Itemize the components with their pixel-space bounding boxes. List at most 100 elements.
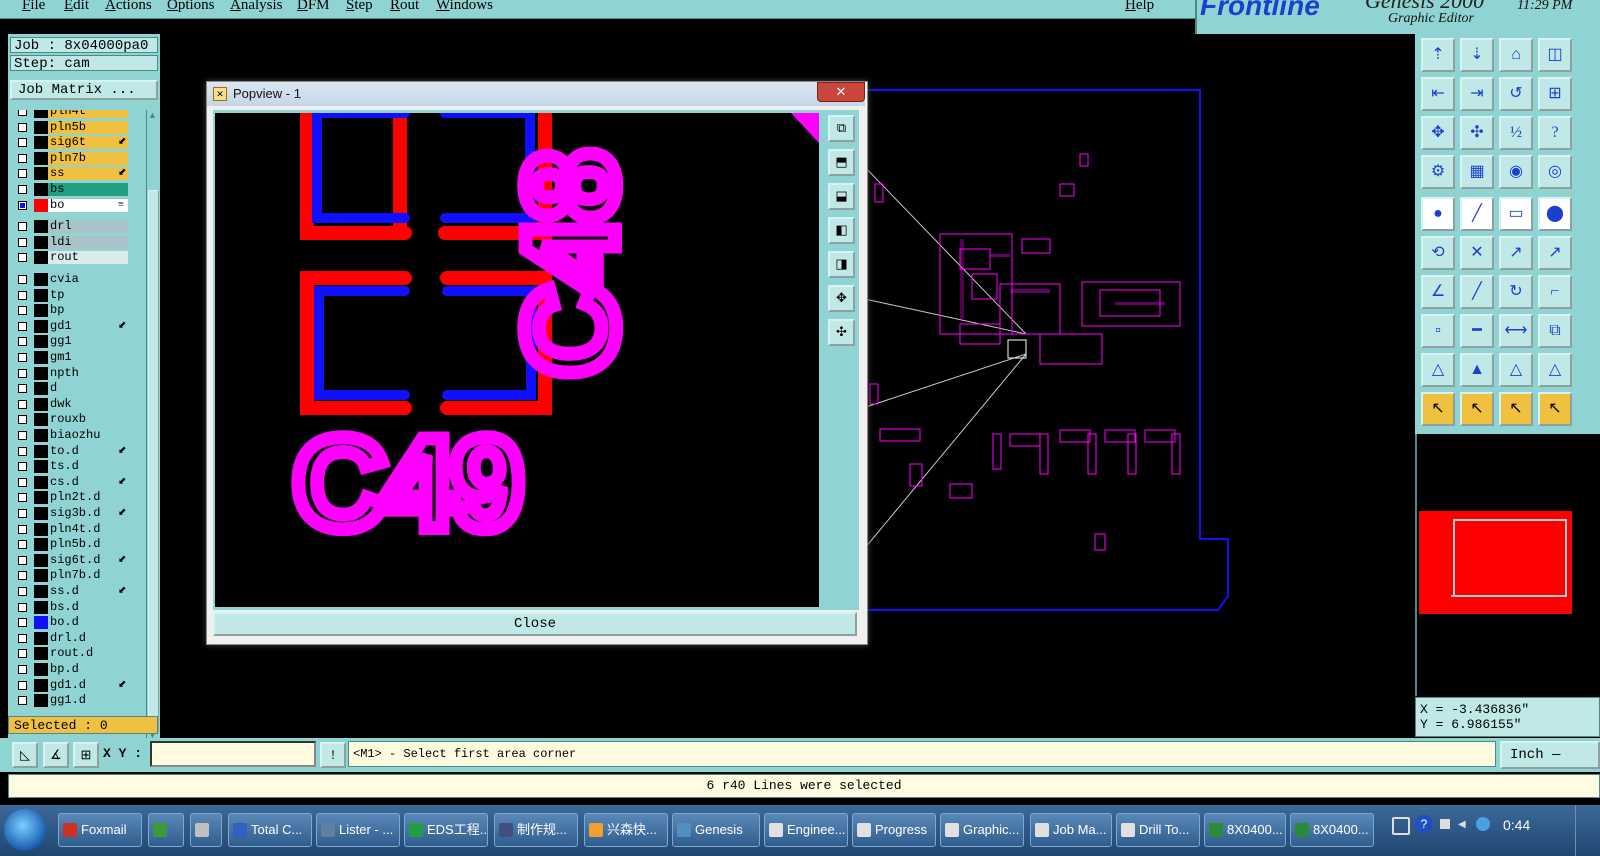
layer-name[interactable]: to.d (48, 444, 128, 458)
tray-expand-icon[interactable]: ◀ (1458, 819, 1466, 830)
taskbar-item[interactable]: Genesis (672, 813, 760, 847)
layer-checkbox[interactable] (18, 321, 27, 331)
xy-input[interactable] (150, 741, 316, 767)
triangle-up-icon[interactable]: ▲ (1460, 353, 1494, 387)
layer-name[interactable]: ts.d (48, 460, 128, 474)
window-icon[interactable]: ◫ (1538, 38, 1572, 72)
layer-checkbox[interactable] (18, 618, 27, 628)
layer-row-cvia[interactable]: cvia (10, 272, 142, 287)
layer-checkbox[interactable] (18, 253, 27, 263)
layer-checkbox[interactable] (18, 290, 27, 300)
layer-name[interactable]: bp.d (48, 663, 128, 676)
layer-row-d[interactable]: d (10, 381, 142, 396)
menu-analysis[interactable]: Analysis (230, 0, 283, 14)
zoom-area-icon[interactable]: ✣ (1460, 116, 1494, 150)
layer-row-cs-d[interactable]: cs.d ⬋ (10, 475, 142, 490)
layer-checkbox[interactable] (18, 509, 27, 518)
triangle-line-icon[interactable]: △ (1499, 353, 1533, 387)
layer-row-ss[interactable]: ss ⬋ (10, 166, 142, 181)
layer-name[interactable]: rout.d (48, 647, 128, 661)
pv-pan-right-icon[interactable]: ◨ (828, 251, 855, 278)
taskbar-item[interactable]: Progress (852, 813, 936, 847)
layer-name[interactable]: drl.d (48, 631, 128, 645)
select-icon[interactable]: ↖ (1421, 392, 1455, 426)
pad-add-icon[interactable]: ● (1421, 197, 1455, 231)
layer-row-bo[interactable]: bo ≡ (10, 198, 142, 213)
line-add-icon[interactable]: ╱ (1460, 197, 1494, 231)
layer-name[interactable]: pln5b.d (48, 538, 128, 552)
layer-row-bs-d[interactable]: bs.d (10, 600, 142, 615)
overview-preview[interactable] (1415, 434, 1600, 696)
angle-icon[interactable]: ∠ (1421, 275, 1455, 309)
layer-row-pln7b[interactable]: pln7b (10, 151, 142, 166)
taskbar-item[interactable]: Job Ma... (1030, 813, 1112, 847)
pv-pan-left-icon[interactable]: ◧ (828, 217, 855, 244)
popview-close-icon[interactable]: ✕ (817, 82, 865, 102)
layer-row-bp[interactable]: bp (10, 303, 142, 318)
layer-name[interactable]: gd1 (48, 319, 128, 333)
pan-left-icon[interactable]: ⇤ (1421, 77, 1455, 111)
start-button[interactable] (4, 809, 46, 851)
zoom-fit-icon[interactable]: ✥ (1421, 116, 1455, 150)
highlight-icon[interactable]: ◉ (1499, 155, 1533, 189)
pv-zoom-in-icon[interactable]: ✥ (828, 285, 855, 312)
layer-row-npth[interactable]: npth (10, 366, 142, 381)
menu-help[interactable]: Help (1125, 0, 1154, 14)
snap-angle-icon[interactable]: ∡ (43, 742, 69, 768)
layer-checkbox[interactable] (18, 138, 27, 148)
keyboard-icon[interactable] (1392, 817, 1410, 835)
layer-checkbox[interactable] (18, 462, 27, 472)
job-matrix-button[interactable]: Job Matrix ... (10, 80, 158, 100)
menu-dfm[interactable]: DFM (297, 0, 330, 14)
menu-edit[interactable]: Edit (64, 0, 89, 14)
layer-checkbox[interactable] (18, 680, 27, 690)
zoom-1to2-icon[interactable]: ½ (1499, 116, 1533, 150)
pv-pan-down-icon[interactable]: ⬓ (828, 183, 855, 210)
connect-icon[interactable]: ⟲ (1421, 236, 1455, 270)
layer-row-biaozhu[interactable]: biaozhu (10, 428, 142, 443)
menu-actions[interactable]: Actions (105, 0, 152, 14)
surface-add-icon[interactable]: ⬤ (1538, 197, 1572, 231)
layer-checkbox[interactable] (18, 122, 27, 132)
tray-app-icon[interactable] (1440, 819, 1450, 829)
move-icon[interactable]: ▫ (1421, 314, 1455, 348)
stretch-icon[interactable]: ⟷ (1499, 314, 1533, 348)
layer-checkbox[interactable] (18, 200, 27, 210)
triangle-icon[interactable]: △ (1421, 353, 1455, 387)
taskbar-item[interactable]: Enginee... (764, 813, 848, 847)
layer-name[interactable]: pln7b (48, 151, 128, 165)
layer-checkbox[interactable] (18, 185, 27, 194)
layer-checkbox[interactable] (18, 587, 27, 596)
snap-icon[interactable]: ↗ (1499, 236, 1533, 270)
layer-name[interactable]: d (48, 382, 128, 396)
layer-row-sig3b-d[interactable]: sig3b.d ⬋ (10, 506, 142, 521)
undo-view-icon[interactable]: ↺ (1499, 77, 1533, 111)
menu-options[interactable]: Options (167, 0, 215, 14)
grid-icon[interactable]: ⊞ (1538, 77, 1572, 111)
scrollbar-thumb[interactable] (148, 190, 159, 732)
layer-name[interactable]: pln4t.d (48, 522, 128, 536)
layer-row-gg1[interactable]: gg1 (10, 334, 142, 349)
select-net-icon[interactable]: ↖ (1499, 392, 1533, 426)
layer-row-tp[interactable]: tp (10, 288, 142, 303)
layer-checkbox[interactable] (18, 477, 27, 487)
menu-rout[interactable]: Rout (390, 0, 419, 14)
layer-checkbox[interactable] (18, 696, 27, 706)
pv-zoom-home-icon[interactable]: ⧉ (828, 115, 855, 142)
exclamation-icon[interactable]: ! (320, 742, 346, 768)
layer-checkbox[interactable] (18, 649, 27, 659)
layer-name[interactable]: cs.d (48, 475, 128, 489)
layer-row-pln5b[interactable]: pln5b (10, 120, 142, 135)
layer-row-bs[interactable]: bs (10, 182, 142, 197)
pan-right-icon[interactable]: ⇥ (1460, 77, 1494, 111)
layer-name[interactable]: sig6t (48, 136, 128, 150)
layer-checkbox[interactable] (18, 431, 27, 440)
layer-checkbox[interactable] (18, 524, 27, 534)
copy-icon[interactable]: ⧉ (1538, 314, 1572, 348)
layer-row-rouxb[interactable]: rouxb (10, 412, 142, 427)
layer-row-gg1-d[interactable]: gg1.d (10, 693, 142, 708)
layer-checkbox[interactable] (18, 337, 27, 347)
query-icon[interactable]: ? (1538, 116, 1572, 150)
layer-name[interactable]: bp (48, 304, 128, 318)
taskbar-item[interactable]: Drill To... (1116, 813, 1200, 847)
